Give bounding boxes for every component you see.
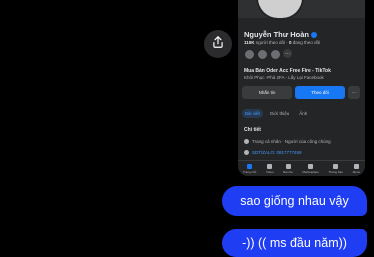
tab-about: Giới thiệu xyxy=(269,111,290,116)
nav-label: Thông báo xyxy=(328,170,343,174)
following-count: 0 xyxy=(289,40,292,45)
bell-icon xyxy=(333,164,339,169)
friend-avatar xyxy=(244,49,255,60)
home-icon xyxy=(247,164,253,169)
nav-home: Trang chủ xyxy=(243,164,256,174)
following-label: đang theo dõi xyxy=(292,40,321,45)
share-icon xyxy=(211,35,225,54)
friends-icon xyxy=(285,164,291,169)
friends-more: ··· xyxy=(283,49,292,58)
profile-screenshot-image[interactable]: Nguyễn Thư Hoàn 110K người theo dõi · 0 … xyxy=(238,0,365,176)
nav-menu: Menu xyxy=(352,164,361,174)
store-icon xyxy=(308,164,314,169)
detail-page-text: Trang cá nhân · Người của công chúng xyxy=(252,139,331,144)
profile-name-text: Nguyễn Thư Hoàn xyxy=(244,30,310,39)
detail-phone: SDT/ZALO: 0817777459 xyxy=(244,150,302,155)
nav-marketplace: Marketplace xyxy=(303,164,319,174)
profile-stats: 110K người theo dõi · 0 đang theo dõi xyxy=(244,40,321,45)
detail-page-type: Trang cá nhân · Người của công chúng xyxy=(244,139,331,144)
bio-subtitle: Khôi Phục -Phá 2FA - Lấy Lại Facebook xyxy=(244,75,324,80)
nav-label: Menu xyxy=(352,170,361,174)
profile-actions: Nhắn tin Theo dõi ··· xyxy=(242,86,360,99)
phone-icon xyxy=(244,150,249,155)
profile-tabs: Bài viết Giới thiệu Ảnh xyxy=(242,109,310,118)
tab-posts: Bài viết xyxy=(242,109,263,118)
bio-title: Mua Bán Oder Acc Free Fire - TikTok xyxy=(244,68,331,74)
nav-friends: Bạn bè xyxy=(283,164,293,174)
more-button: ··· xyxy=(348,86,360,99)
nav-label: Marketplace xyxy=(302,170,319,174)
mutual-friends-row: ··· xyxy=(244,49,292,60)
chat-bubble-outgoing[interactable]: -)) (( ms đầu năm)) xyxy=(222,229,367,257)
info-icon xyxy=(244,139,249,144)
nav-label: Trang chủ xyxy=(242,170,257,174)
detail-phone-text: SDT/ZALO: 0817777459 xyxy=(252,150,302,155)
friend-avatar xyxy=(257,49,268,60)
friend-avatar xyxy=(270,49,281,60)
follower-count: 110K xyxy=(244,40,255,45)
nav-video: Video xyxy=(266,164,274,174)
menu-icon xyxy=(353,164,359,169)
follower-label: người theo dõi xyxy=(255,40,286,45)
nav-notifications: Thông báo xyxy=(329,164,343,174)
share-button[interactable] xyxy=(204,30,232,58)
profile-name: Nguyễn Thư Hoàn xyxy=(244,30,318,39)
bottom-nav: Trang chủ Video Bạn bè Marketplace Thông… xyxy=(238,160,365,176)
tab-photos: Ảnh xyxy=(299,111,308,116)
video-icon xyxy=(267,164,273,169)
chat-bubble-outgoing[interactable]: sao giống nhau vậy xyxy=(222,186,367,216)
nav-label: Video xyxy=(265,170,274,174)
follow-button: Theo dõi xyxy=(295,86,345,99)
message-button: Nhắn tin xyxy=(242,86,292,99)
nav-label: Bạn bè xyxy=(283,170,293,174)
verified-badge-icon xyxy=(311,31,318,38)
details-heading: Chi tiết xyxy=(244,127,261,133)
